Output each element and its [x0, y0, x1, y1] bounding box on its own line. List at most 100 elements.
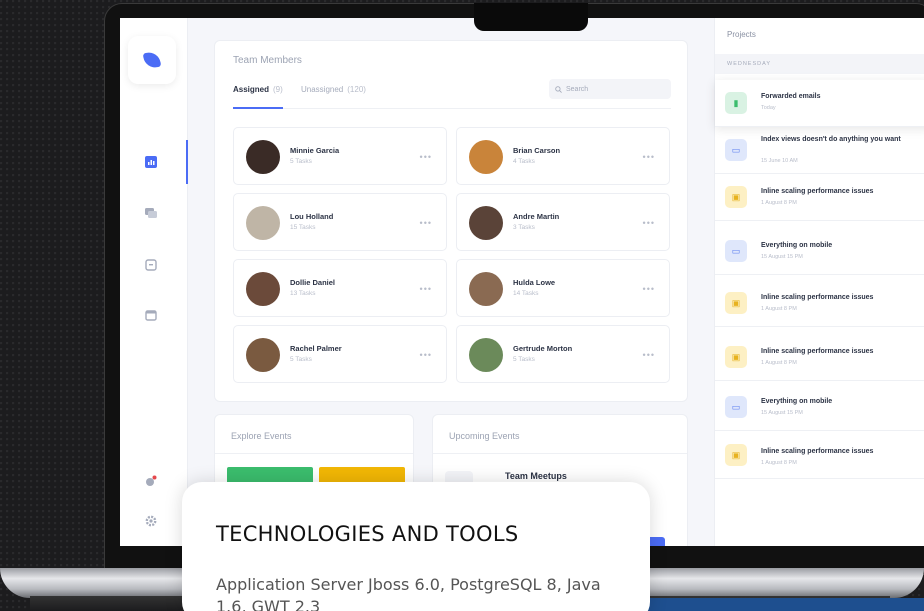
briefcase-icon: ▣ — [725, 292, 747, 314]
laptop-screen: Team Members Assigned (9) Unassigned (120)… — [120, 18, 924, 546]
projects-day-header: WEDNESDAY — [715, 54, 924, 74]
member-tasks: 4 Tasks — [513, 158, 535, 165]
member-name: Lou Holland — [290, 212, 334, 221]
project-title: Everything on mobile — [761, 398, 833, 405]
meetup-title[interactable]: Team Meetups — [505, 471, 567, 481]
project-title: Inline scaling performance issues — [761, 188, 874, 195]
project-title: Inline scaling performance issues — [761, 294, 874, 301]
project-time: 15 August 15 PM — [761, 254, 803, 260]
briefcase-icon: ▣ — [725, 186, 747, 208]
tab-divider — [233, 108, 671, 109]
member-card[interactable]: Andre Martin 3 Tasks ••• — [456, 193, 670, 251]
sidebar — [120, 18, 188, 546]
tab-unassigned[interactable]: Unassigned (120) — [301, 85, 366, 94]
calendar-icon: ▭ — [725, 396, 747, 418]
technologies-card: TECHNOLOGIES AND TOOLS Application Serve… — [182, 482, 650, 611]
project-item[interactable]: ▣ Inline scaling performance issues 1 Au… — [715, 432, 924, 479]
member-card[interactable]: Minnie Garcia 5 Tasks ••• — [233, 127, 447, 185]
laptop-notch — [474, 3, 588, 31]
more-options-icon[interactable]: ••• — [643, 152, 655, 162]
project-item[interactable]: ▣ Inline scaling performance issues 1 Au… — [715, 280, 924, 327]
project-item[interactable]: ▭ Everything on mobile 15 August 15 PM — [715, 228, 924, 275]
avatar — [246, 140, 280, 174]
project-item[interactable]: ▮ Forwarded emails Today — [715, 80, 924, 127]
avatar — [469, 206, 503, 240]
member-card[interactable]: Brian Carson 4 Tasks ••• — [456, 127, 670, 185]
avatar — [246, 338, 280, 372]
tab-assigned-count: (9) — [273, 85, 283, 94]
tab-unassigned-label: Unassigned — [301, 85, 344, 94]
project-time: 15 June 10 AM — [761, 158, 798, 164]
calendar-icon: ▭ — [725, 139, 747, 161]
member-card[interactable]: Gertrude Morton 5 Tasks ••• — [456, 325, 670, 383]
tab-assigned[interactable]: Assigned (9) — [233, 85, 283, 94]
nav-active-indicator — [186, 140, 188, 184]
member-card[interactable]: Lou Holland 15 Tasks ••• — [233, 193, 447, 251]
project-title: Inline scaling performance issues — [761, 448, 874, 455]
more-options-icon[interactable]: ••• — [420, 152, 432, 162]
search-placeholder: Search — [566, 85, 589, 93]
project-item[interactable]: ▭ Everything on mobile 15 August 15 PM — [715, 384, 924, 431]
project-item[interactable]: ▣ Inline scaling performance issues 1 Au… — [715, 174, 924, 221]
notifications-icon[interactable] — [144, 474, 158, 488]
app-logo — [142, 50, 162, 70]
more-options-icon[interactable]: ••• — [420, 350, 432, 360]
avatar — [469, 272, 503, 306]
briefcase-nav-icon[interactable] — [144, 258, 158, 272]
logo-box[interactable] — [128, 36, 176, 84]
member-name: Andre Martin — [513, 212, 560, 221]
more-options-icon[interactable]: ••• — [643, 350, 655, 360]
avatar — [246, 272, 280, 306]
member-card[interactable]: Rachel Palmer 5 Tasks ••• — [233, 325, 447, 383]
member-name: Gertrude Morton — [513, 344, 573, 353]
avatar — [246, 206, 280, 240]
project-title: Index views doesn't do anything you want — [761, 136, 901, 143]
member-tasks: 5 Tasks — [290, 356, 312, 363]
settings-gear-icon[interactable] — [144, 514, 158, 528]
project-title: Inline scaling performance issues — [761, 348, 874, 355]
team-members-title: Team Members — [233, 55, 302, 66]
more-options-icon[interactable]: ••• — [420, 218, 432, 228]
member-name: Hulda Lowe — [513, 278, 556, 287]
tab-assigned-label: Assigned — [233, 85, 270, 94]
project-time: 1 August 8 PM — [761, 460, 797, 466]
divider — [433, 453, 687, 454]
calendar-icon: ▭ — [725, 240, 747, 262]
member-tasks: 14 Tasks — [513, 290, 539, 297]
member-tasks: 13 Tasks — [290, 290, 316, 297]
member-card[interactable]: Hulda Lowe 14 Tasks ••• — [456, 259, 670, 317]
search-icon — [555, 85, 562, 93]
project-time: 15 August 15 PM — [761, 410, 803, 416]
project-time: 1 August 8 PM — [761, 306, 797, 312]
project-title: Forwarded emails — [761, 93, 821, 100]
member-tasks: 5 Tasks — [513, 356, 535, 363]
project-item[interactable]: ▣ Inline scaling performance issues 1 Au… — [715, 334, 924, 381]
more-options-icon[interactable]: ••• — [643, 284, 655, 294]
avatar — [469, 140, 503, 174]
divider — [215, 453, 413, 454]
dashboard-icon[interactable] — [144, 155, 158, 169]
member-tasks: 5 Tasks — [290, 158, 312, 165]
project-time: 1 August 8 PM — [761, 200, 797, 206]
member-name: Brian Carson — [513, 146, 561, 155]
tab-unassigned-count: (120) — [347, 85, 366, 94]
technologies-heading: TECHNOLOGIES AND TOOLS — [216, 522, 519, 546]
project-title: Everything on mobile — [761, 242, 833, 249]
projects-title: Projects — [727, 30, 756, 39]
calendar-nav-icon[interactable] — [144, 308, 158, 322]
more-options-icon[interactable]: ••• — [420, 284, 432, 294]
member-tasks: 15 Tasks — [290, 224, 316, 231]
technologies-body: Application Server Jboss 6.0, PostgreSQL… — [216, 575, 601, 611]
project-item[interactable]: ▭ Index views doesn't do anything you wa… — [715, 127, 924, 174]
messages-icon[interactable] — [144, 206, 158, 220]
more-options-icon[interactable]: ••• — [643, 218, 655, 228]
avatar — [469, 338, 503, 372]
chart-icon: ▮ — [725, 92, 747, 114]
member-tasks: 3 Tasks — [513, 224, 535, 231]
member-card[interactable]: Dollie Daniel 13 Tasks ••• — [233, 259, 447, 317]
search-input[interactable]: Search — [549, 79, 671, 99]
member-name: Dollie Daniel — [290, 278, 336, 287]
explore-events-title: Explore Events — [231, 431, 292, 441]
briefcase-icon: ▣ — [725, 444, 747, 466]
upcoming-events-title: Upcoming Events — [449, 431, 520, 441]
